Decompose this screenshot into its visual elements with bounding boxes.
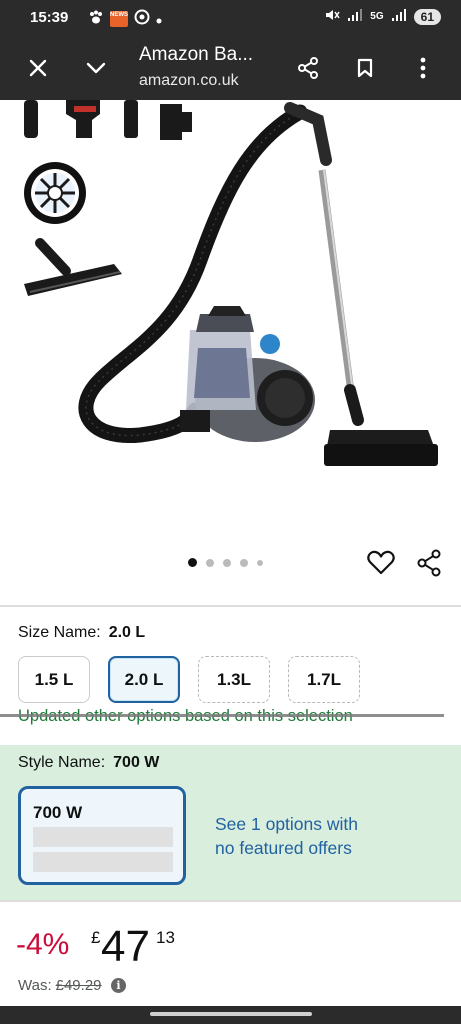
status-time: 15:39 [30, 9, 69, 26]
section-divider [0, 900, 461, 902]
see-options-line-2: no featured offers [215, 838, 352, 858]
carousel-dot[interactable] [206, 558, 214, 567]
status-system-icons: 5G 61 [324, 8, 441, 25]
see-options-line-1: See 1 options with [215, 814, 359, 834]
image-carousel-dots[interactable] [188, 558, 263, 567]
carousel-dot[interactable] [240, 558, 248, 567]
chevron-down-icon[interactable] [78, 50, 114, 86]
see-options-link[interactable]: See 1 options with no featured offers [215, 812, 358, 860]
style-name-label: Style Name: 700 W [18, 754, 159, 772]
dot-icon [156, 11, 162, 28]
status-notification-icons: NEWS [88, 9, 162, 29]
was-price: Was: £49.29 [18, 977, 102, 994]
size-option-1-5l[interactable]: 1.5 L [18, 656, 90, 703]
carousel-dot[interactable] [188, 558, 197, 567]
floor-brush-image [24, 238, 122, 296]
size-option-1-3l[interactable]: 1.3L [198, 656, 270, 703]
loading-placeholder [33, 827, 173, 847]
was-price-value: £49.29 [55, 977, 102, 994]
was-label: Was: [18, 977, 52, 994]
status-bar: 15:39 NEWS 5G 61 [0, 0, 461, 36]
size-option-1-7l[interactable]: 1.7L [288, 656, 360, 703]
product-image-gallery[interactable] [0, 100, 461, 600]
share-icon[interactable] [414, 548, 444, 578]
signal-icon [348, 9, 363, 24]
style-name-caption: Style Name: [18, 754, 106, 771]
discount-percentage: -4% [16, 928, 70, 961]
carousel-dot[interactable] [223, 558, 231, 567]
product-image [24, 100, 438, 466]
bookmark-icon[interactable] [347, 50, 383, 86]
filter-image [24, 162, 86, 224]
battery-indicator: 61 [413, 8, 441, 25]
heart-icon[interactable] [366, 548, 396, 578]
size-name-caption: Size Name: [18, 624, 101, 641]
share-icon[interactable] [290, 50, 326, 86]
carousel-dot[interactable] [257, 559, 263, 566]
close-icon[interactable] [20, 50, 56, 86]
style-name-value: 700 W [113, 754, 160, 771]
style-option-700w[interactable]: 700 W [18, 786, 186, 885]
notice-overlay-line [0, 714, 444, 717]
paw-icon [88, 10, 104, 28]
price-whole: 47 [101, 922, 150, 971]
page-title: Amazon Ba... [139, 44, 254, 65]
custom-tab-toolbar: Amazon Ba... amazon.co.uk [0, 36, 461, 100]
system-navigation-bar [0, 1006, 461, 1024]
page-url: amazon.co.uk [139, 72, 239, 89]
target-icon [134, 9, 150, 29]
info-icon[interactable]: i [111, 978, 126, 993]
size-name-label: Size Name: 2.0 L [18, 624, 145, 642]
signal-icon-2 [391, 9, 406, 24]
size-name-value: 2.0 L [108, 624, 146, 641]
mute-icon [324, 8, 340, 25]
section-divider [0, 605, 461, 607]
home-gesture-handle[interactable] [150, 1012, 312, 1016]
loading-placeholder [33, 852, 173, 872]
more-menu-icon[interactable] [405, 50, 441, 86]
accessory-tools-image [24, 100, 192, 140]
news-app-icon: NEWS [110, 11, 128, 27]
price-fraction: 13 [156, 928, 175, 947]
price-currency-symbol: £ [91, 928, 101, 947]
size-option-2-0l[interactable]: 2.0 L [108, 656, 180, 703]
network-type: 5G [370, 11, 384, 22]
style-option-name: 700 W [33, 803, 83, 822]
